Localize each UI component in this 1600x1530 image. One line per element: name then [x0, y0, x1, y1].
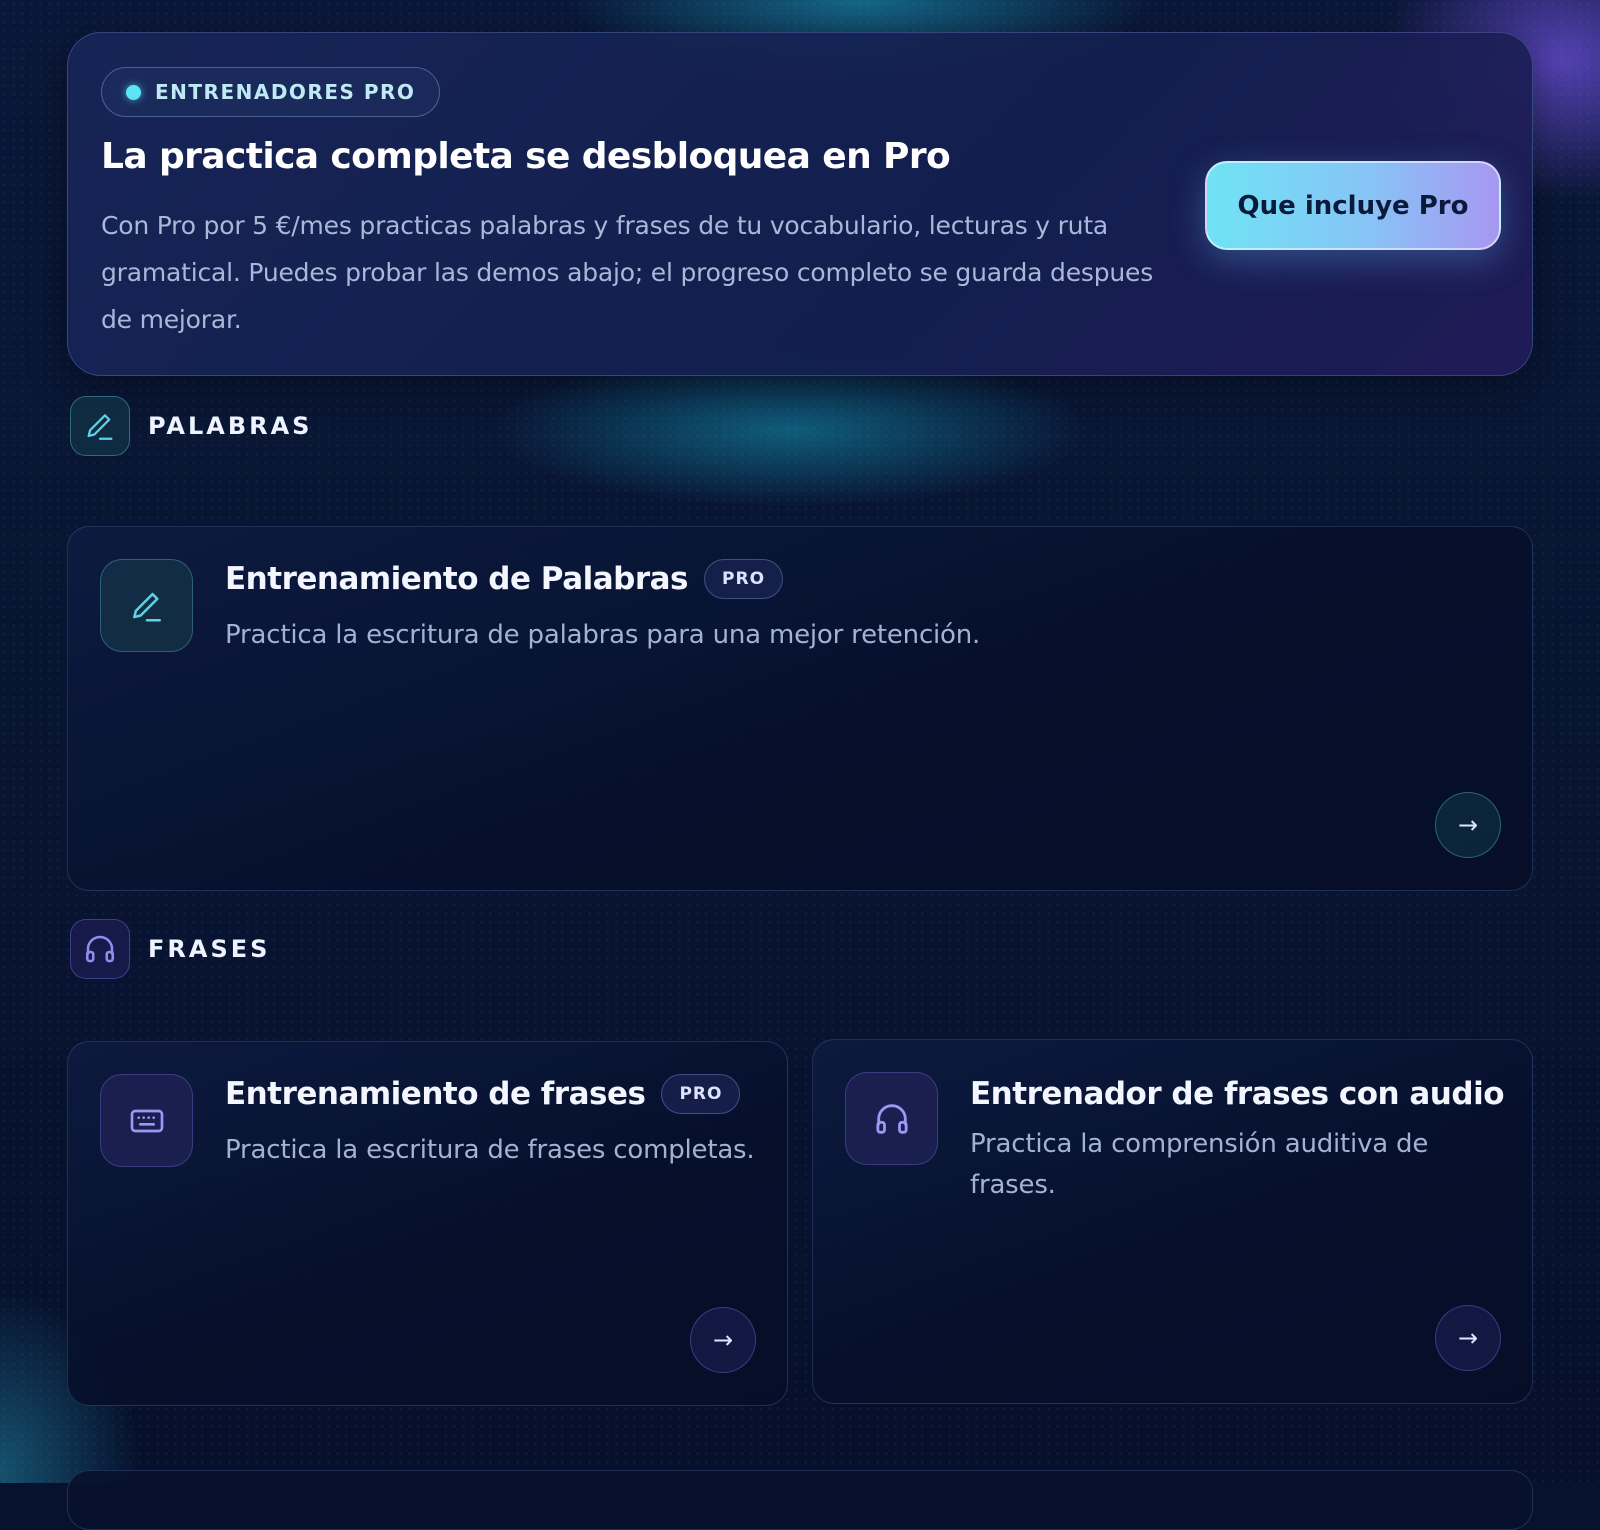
card-title: Entrenador de frases con audio [970, 1076, 1505, 1112]
card-title: Entrenamiento de Palabras [225, 561, 689, 597]
arrow-right-icon[interactable]: → [690, 1307, 756, 1373]
pro-badge: PRO [661, 1074, 741, 1114]
pro-badge: PRO [704, 559, 784, 599]
keyboard-icon [100, 1074, 193, 1167]
card-title: Entrenamiento de frases [225, 1076, 646, 1112]
arrow-right-icon[interactable]: → [1435, 792, 1501, 858]
pro-trainers-pill: ENTRENADORES PRO [101, 67, 441, 117]
card-title-row: Entrenador de frases con audio [970, 1074, 1505, 1114]
section-header-frases: FRASES [70, 919, 270, 979]
headphones-icon [845, 1072, 938, 1165]
arrow-right-icon[interactable]: → [1435, 1305, 1501, 1371]
card-description: Practica la comprensión auditiva de fras… [970, 1129, 1429, 1200]
sentence-training-card[interactable]: Entrenamiento de frases PRO Practica la … [67, 1041, 788, 1406]
banner-description: Con Pro por 5 €/mes practicas palabras y… [101, 211, 1154, 334]
pill-label: ENTRENADORES PRO [155, 80, 416, 104]
banner-title: La practica completa se desbloquea en Pr… [101, 136, 951, 177]
status-dot-icon [126, 84, 141, 100]
section-label: FRASES [148, 935, 271, 963]
card-title-row: Entrenamiento de frases PRO [225, 1074, 741, 1114]
pencil-icon [100, 559, 193, 652]
pencil-icon [70, 396, 130, 456]
card-description: Practica la escritura de frases completa… [225, 1135, 755, 1165]
section-header-palabras: PALABRAS [70, 396, 312, 456]
what-pro-includes-button[interactable]: Que incluye Pro [1205, 161, 1501, 250]
card-title-row: Entrenamiento de Palabras PRO [225, 559, 784, 599]
pro-banner: ENTRENADORES PRO La practica completa se… [67, 32, 1533, 376]
card-description: Practica la escritura de palabras para u… [225, 620, 981, 650]
word-training-card[interactable]: Entrenamiento de Palabras PRO Practica l… [67, 526, 1533, 891]
audio-sentence-trainer-card[interactable]: Entrenador de frases con audio Practica … [812, 1039, 1533, 1404]
section-label: PALABRAS [148, 412, 313, 440]
headphones-icon [70, 919, 130, 979]
next-card-partial [67, 1470, 1533, 1530]
